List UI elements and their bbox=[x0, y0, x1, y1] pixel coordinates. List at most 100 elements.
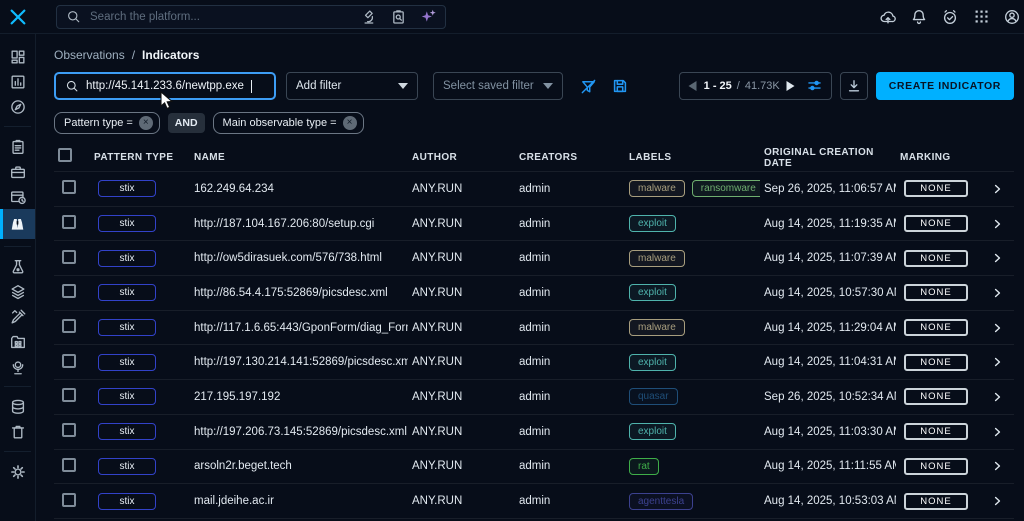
indicator-labels: malwareransomware bbox=[625, 180, 760, 197]
close-icon[interactable]: × bbox=[343, 116, 357, 130]
account-icon[interactable] bbox=[1002, 7, 1022, 27]
table-row[interactable]: stix http://ow5dirasuek.com/576/738.html… bbox=[54, 241, 1014, 276]
indicator-creators: admin bbox=[515, 252, 625, 264]
indicator-date: Sep 26, 2025, 11:06:57 AM bbox=[760, 183, 896, 195]
row-checkbox[interactable] bbox=[62, 458, 76, 472]
sidebar-item-dashboard[interactable] bbox=[0, 44, 35, 69]
sidebar-item-locations[interactable] bbox=[0, 354, 35, 379]
sidebar-item-analyses[interactable] bbox=[0, 134, 35, 159]
indicator-labels: exploit bbox=[625, 215, 760, 232]
sidebar-item-arsenal[interactable] bbox=[0, 279, 35, 304]
create-indicator-button[interactable]: CREATE INDICATOR bbox=[876, 72, 1014, 100]
column-header[interactable]: NAME bbox=[190, 152, 408, 163]
row-checkbox[interactable] bbox=[62, 354, 76, 368]
filter-chip[interactable]: Main observable type =× bbox=[213, 112, 364, 134]
apps-grid-icon[interactable] bbox=[971, 7, 991, 27]
clear-filters-icon[interactable] bbox=[577, 75, 599, 97]
table-row[interactable]: stix arsoln2r.beget.tech ANY.RUN admin r… bbox=[54, 450, 1014, 485]
row-expand-chevron[interactable] bbox=[986, 458, 1014, 474]
tools-icon bbox=[9, 308, 27, 326]
filters-toolbar: http://45.141.233.6/newtpp.exe Add filte… bbox=[54, 72, 1014, 100]
indicator-labels: exploit bbox=[625, 354, 760, 371]
sidebar-item-cases[interactable] bbox=[0, 159, 35, 184]
row-expand-chevron[interactable] bbox=[986, 285, 1014, 301]
platform-logo[interactable] bbox=[0, 8, 36, 26]
saved-filter-select[interactable]: Select saved filter bbox=[433, 72, 563, 100]
chevron-down-icon bbox=[543, 80, 553, 92]
sidebar-item-observations[interactable] bbox=[0, 209, 35, 239]
export-download-button[interactable] bbox=[840, 72, 868, 100]
sidebar-divider bbox=[4, 246, 31, 247]
row-checkbox[interactable] bbox=[62, 423, 76, 437]
table-row[interactable]: stix http://86.54.4.175:52869/picsdesc.x… bbox=[54, 276, 1014, 311]
table-row[interactable]: stix mail.jdeihe.ac.ir ANY.RUN admin age… bbox=[54, 484, 1014, 519]
row-expand-chevron[interactable] bbox=[986, 320, 1014, 336]
row-expand-chevron[interactable] bbox=[986, 250, 1014, 266]
row-checkbox[interactable] bbox=[62, 215, 76, 229]
column-header[interactable]: AUTHOR bbox=[408, 152, 515, 163]
save-filter-icon[interactable] bbox=[609, 75, 631, 97]
row-checkbox[interactable] bbox=[62, 250, 76, 264]
notifications-bell-icon[interactable] bbox=[909, 7, 929, 27]
pattern-type-chip: stix bbox=[98, 284, 156, 301]
close-icon[interactable]: × bbox=[139, 116, 153, 130]
folder-grid-icon bbox=[9, 333, 27, 351]
sidebar-item-events[interactable] bbox=[0, 184, 35, 209]
sidebar-item-entities[interactable] bbox=[0, 329, 35, 354]
table-row[interactable]: stix http://117.1.6.65:443/GponForm/diag… bbox=[54, 311, 1014, 346]
column-header[interactable]: LABELS bbox=[625, 152, 760, 163]
indicator-creators: admin bbox=[515, 218, 625, 230]
table-row[interactable]: stix 162.249.64.234 ANY.RUN admin malwar… bbox=[54, 172, 1014, 207]
column-header[interactable]: PATTERN TYPE bbox=[90, 152, 190, 163]
column-header[interactable]: ORIGINAL CREATION DATE bbox=[760, 147, 896, 169]
row-expand-chevron[interactable] bbox=[986, 216, 1014, 232]
row-checkbox[interactable] bbox=[62, 493, 76, 507]
filter-operator-badge[interactable]: AND bbox=[168, 113, 205, 133]
row-expand-chevron[interactable] bbox=[986, 181, 1014, 197]
add-filter-select[interactable]: Add filter bbox=[286, 72, 418, 100]
sidebar-item-settings[interactable] bbox=[0, 459, 35, 484]
previous-page-button[interactable] bbox=[687, 80, 699, 92]
alarm-check-icon[interactable] bbox=[940, 7, 960, 27]
sidebar-item-threats[interactable] bbox=[0, 254, 35, 279]
column-header[interactable]: CREATORS bbox=[515, 152, 625, 163]
select-all-checkbox[interactable] bbox=[58, 148, 72, 162]
breadcrumb-observations-link[interactable]: Observations bbox=[54, 48, 125, 62]
indicator-search-input[interactable]: http://45.141.233.6/newtpp.exe bbox=[54, 72, 276, 100]
indicator-creators: admin bbox=[515, 426, 625, 438]
clipboard-search-icon[interactable] bbox=[390, 8, 407, 25]
sidebar-item-explore[interactable] bbox=[0, 94, 35, 119]
table-row[interactable]: stix http://197.130.214.141:52869/picsde… bbox=[54, 345, 1014, 380]
row-expand-chevron[interactable] bbox=[986, 354, 1014, 370]
indicator-labels: exploit bbox=[625, 284, 760, 301]
sidebar-item-techniques[interactable] bbox=[0, 304, 35, 329]
row-expand-chevron[interactable] bbox=[986, 493, 1014, 509]
table-row[interactable]: stix http://187.104.167.206:80/setup.cgi… bbox=[54, 207, 1014, 242]
platform-search-input[interactable]: Search the platform... bbox=[56, 5, 446, 29]
row-checkbox[interactable] bbox=[62, 284, 76, 298]
row-checkbox[interactable] bbox=[62, 388, 76, 402]
cloud-upload-icon[interactable] bbox=[878, 7, 898, 27]
column-header[interactable]: MARKING bbox=[896, 152, 986, 163]
display-settings-icon[interactable] bbox=[806, 77, 824, 95]
indicator-date: Aug 14, 2025, 11:03:30 AM bbox=[760, 426, 896, 438]
pagination-total: 41.73K bbox=[745, 80, 780, 92]
pagination-separator: / bbox=[737, 80, 740, 92]
microscope-icon[interactable] bbox=[360, 8, 377, 25]
chevron-down-icon bbox=[398, 80, 408, 92]
row-expand-chevron[interactable] bbox=[986, 389, 1014, 405]
sparkles-icon[interactable] bbox=[420, 8, 437, 25]
filter-chip[interactable]: Pattern type =× bbox=[54, 112, 160, 134]
next-page-button[interactable] bbox=[785, 80, 797, 92]
sidebar-item-data[interactable] bbox=[0, 394, 35, 419]
row-checkbox[interactable] bbox=[62, 319, 76, 333]
row-checkbox[interactable] bbox=[62, 180, 76, 194]
sidebar-item-investigations[interactable] bbox=[0, 69, 35, 94]
breadcrumb-current: Indicators bbox=[142, 48, 199, 62]
binoculars-icon bbox=[9, 216, 26, 233]
row-expand-chevron[interactable] bbox=[986, 424, 1014, 440]
sidebar-item-trash[interactable] bbox=[0, 419, 35, 444]
table-row[interactable]: stix 217.195.197.192 ANY.RUN admin quasa… bbox=[54, 380, 1014, 415]
table-row[interactable]: stix http://197.206.73.145:52869/picsdes… bbox=[54, 415, 1014, 450]
marking-chip: NONE bbox=[904, 180, 968, 197]
